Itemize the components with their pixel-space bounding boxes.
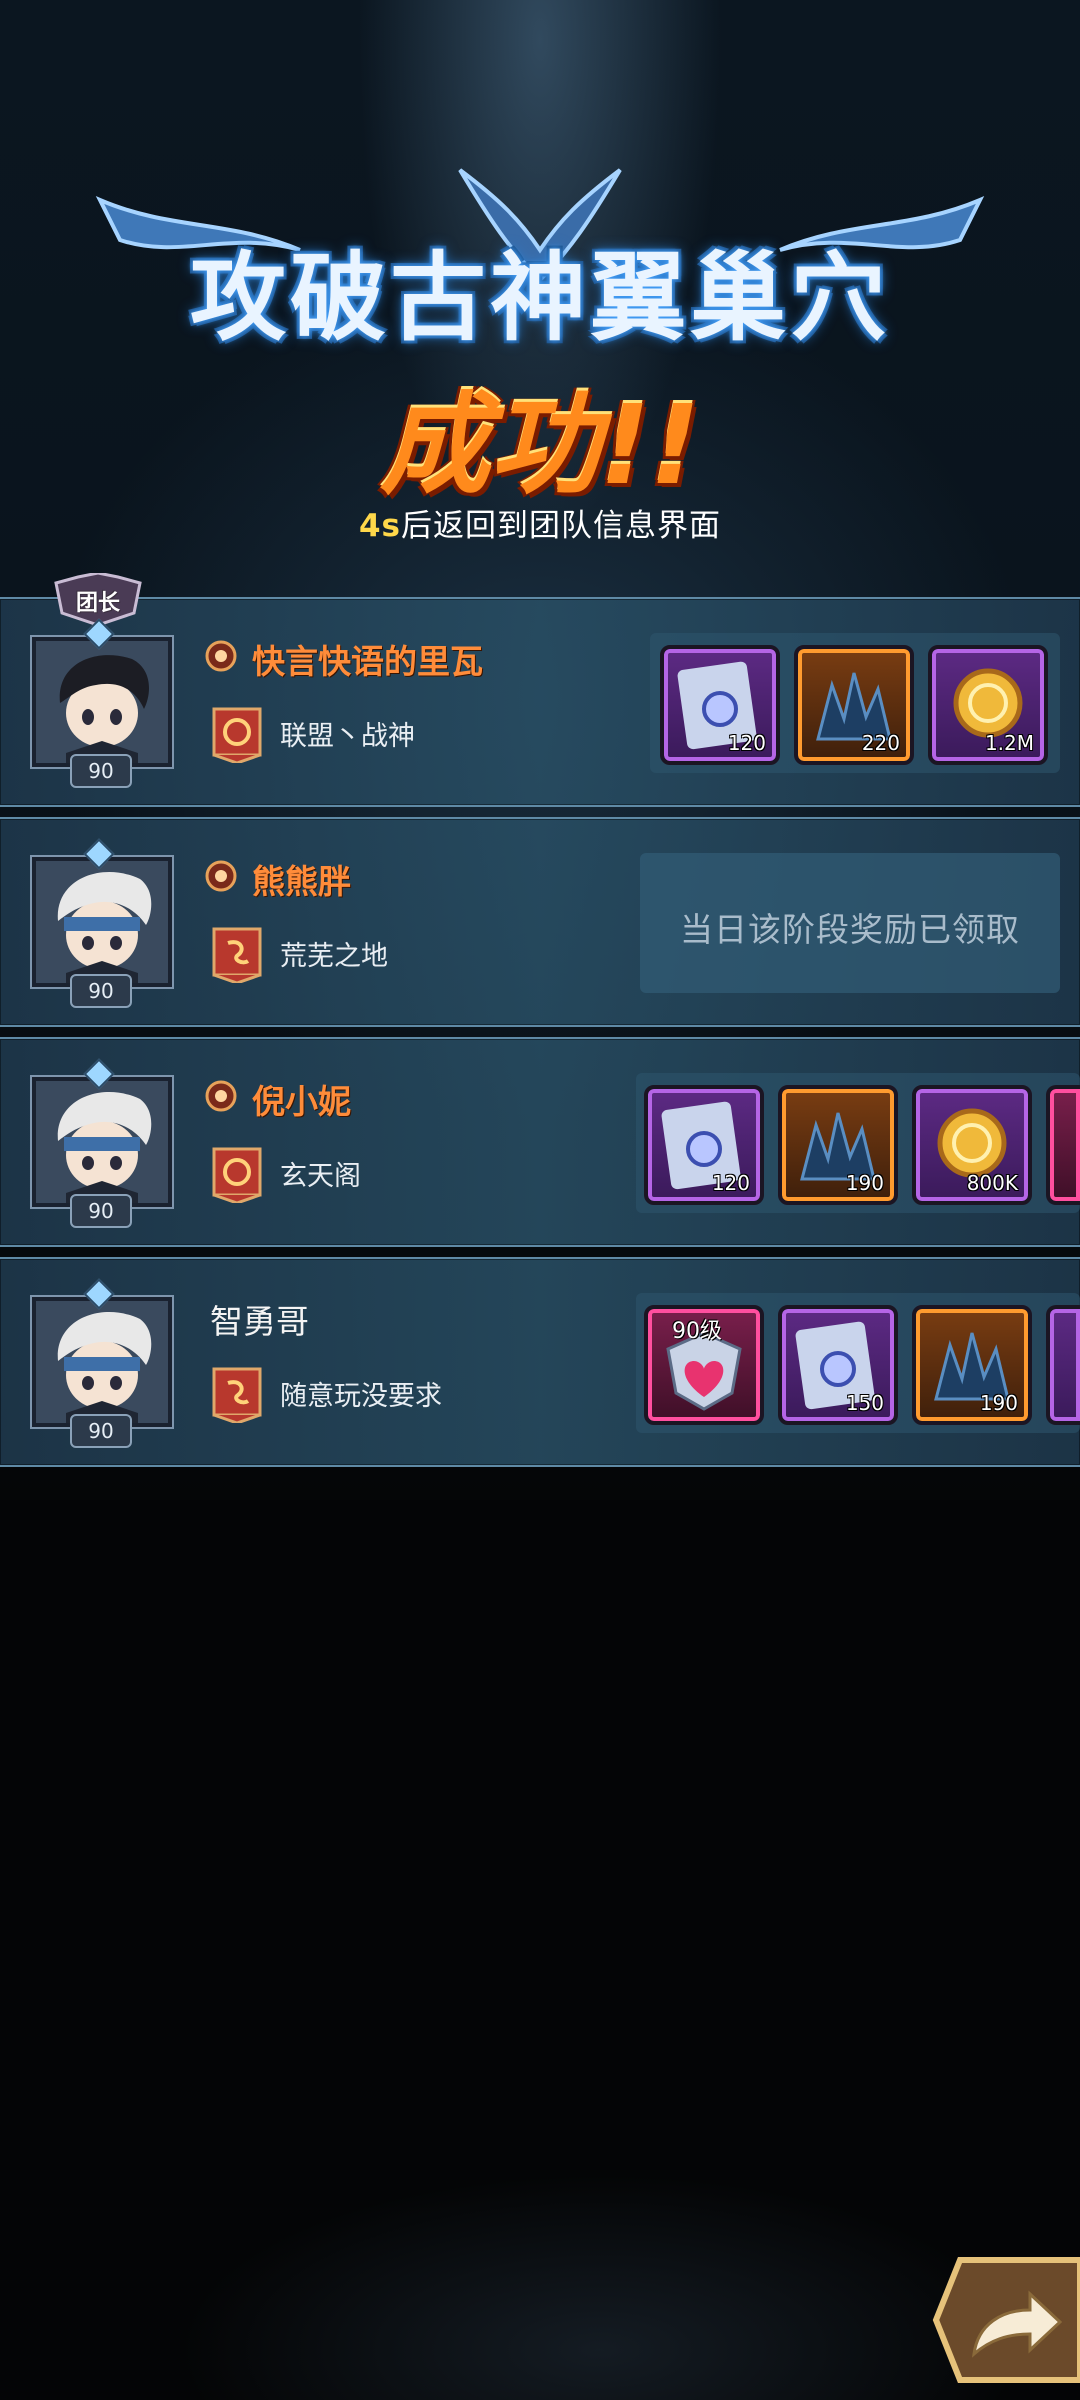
result-banner: 攻破古神翼巢穴 成功!!	[0, 150, 1080, 509]
background-floor	[0, 1900, 1080, 2400]
reward-item[interactable]: 220	[794, 645, 914, 765]
guild-banner-icon	[212, 707, 262, 763]
rank-emblem-icon	[205, 1080, 237, 1112]
white-hair-hero-avatar-icon	[36, 1081, 168, 1203]
countdown-seconds: 4s	[358, 508, 402, 544]
avatar[interactable]	[30, 635, 174, 769]
guild-banner-icon	[212, 1367, 262, 1423]
dungeon-title: 攻破古神翼巢穴	[190, 242, 890, 354]
return-countdown: 4s后返回到团队信息界面	[0, 500, 1080, 545]
countdown-label: 后返回到团队信息界面	[401, 508, 722, 544]
reward-list: 120 220 1.2M	[650, 633, 1060, 773]
reward-level-tag: 90级	[672, 1319, 722, 1344]
player-name: 快言快语的里瓦	[252, 642, 483, 681]
dark-hair-hero-avatar-icon	[36, 641, 168, 763]
reward-item-partial[interactable]	[1046, 1085, 1080, 1205]
guild-banner-icon	[212, 1147, 262, 1203]
player-row: 90 智勇哥 随意玩没要求 90级 150 190	[0, 1257, 1080, 1467]
white-hair-hero-avatar-icon	[36, 1301, 168, 1423]
player-level: 90	[70, 1194, 132, 1228]
reward-quantity: 190	[845, 1171, 884, 1195]
reward-item[interactable]: 800K	[912, 1085, 1032, 1205]
player-name: 熊熊胖	[252, 862, 351, 901]
player-level: 90	[70, 1414, 132, 1448]
guild-name: 联盟丶战神	[280, 721, 415, 752]
reward-quantity: 190	[979, 1391, 1018, 1415]
reward-quantity: 120	[727, 731, 766, 755]
reward-list: 120 190 800K	[636, 1073, 1080, 1213]
reward-item-partial[interactable]	[1046, 1305, 1080, 1425]
reward-item[interactable]: 1.2M	[928, 645, 1048, 765]
rank-emblem-icon	[205, 860, 237, 892]
leader-label: 团长	[75, 591, 120, 616]
player-name: 智勇哥	[210, 1302, 309, 1341]
reward-quantity: 150	[845, 1391, 884, 1415]
player-level: 90	[70, 754, 132, 788]
reward-item[interactable]: 190	[912, 1305, 1032, 1425]
avatar[interactable]	[30, 1075, 174, 1209]
reward-quantity: 800K	[966, 1171, 1018, 1195]
reward-claimed-notice: 当日该阶段奖励已领取	[640, 853, 1060, 993]
success-text: 成功!!	[379, 381, 701, 509]
reward-quantity: 120	[711, 1171, 750, 1195]
guild-name: 随意玩没要求	[280, 1381, 442, 1412]
player-name: 倪小妮	[252, 1082, 351, 1121]
reward-item[interactable]: 190	[778, 1085, 898, 1205]
reward-list: 90级 150 190	[636, 1293, 1080, 1433]
reward-quantity: 1.2M	[984, 731, 1034, 755]
rank-emblem-icon	[205, 640, 237, 672]
player-row: 团长 90 快言快语的里瓦 联盟丶战神 120 220 1.2M	[0, 571, 1080, 807]
reward-item[interactable]: 120	[660, 645, 780, 765]
guild-name: 荒芜之地	[280, 941, 388, 972]
player-level: 90	[70, 974, 132, 1008]
reward-item[interactable]: 120	[644, 1085, 764, 1205]
reward-item[interactable]: 90级	[644, 1305, 764, 1425]
avatar[interactable]	[30, 855, 174, 989]
avatar[interactable]	[30, 1295, 174, 1429]
reward-quantity: 220	[861, 731, 900, 755]
guild-name: 玄天阁	[280, 1161, 361, 1192]
reward-item[interactable]: 150	[778, 1305, 898, 1425]
claimed-text: 当日该阶段奖励已领取	[680, 910, 1020, 949]
guild-banner-icon	[212, 927, 262, 983]
player-row: 90 熊熊胖 荒芜之地 当日该阶段奖励已领取	[0, 817, 1080, 1027]
white-hair-hero-avatar-icon	[36, 861, 168, 983]
player-row: 90 倪小妮 玄天阁 120 190 800K	[0, 1037, 1080, 1247]
continue-arrow-button[interactable]	[930, 2250, 1080, 2390]
